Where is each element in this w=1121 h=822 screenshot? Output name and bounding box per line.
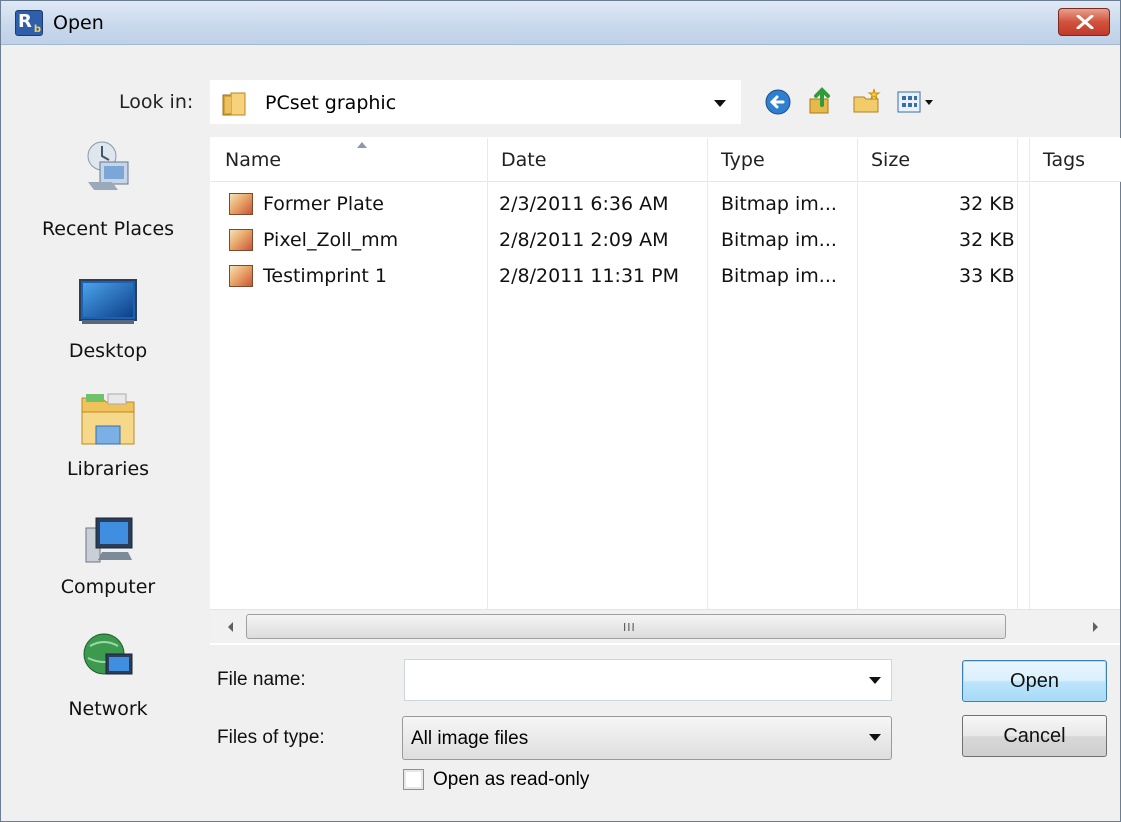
- files-of-type-label: Files of type:: [217, 727, 325, 748]
- column-header-tags[interactable]: Tags: [1017, 138, 1121, 182]
- file-name: Pixel_Zoll_mm: [263, 229, 399, 251]
- file-row[interactable]: Pixel_Zoll_mm 2/8/2011 2:09 AM Bitmap im…: [211, 224, 1121, 258]
- file-date: 2/8/2011 11:31 PM: [499, 265, 680, 287]
- view-menu-button[interactable]: [894, 85, 942, 119]
- column-header-row: Name Date Type Size Tags: [211, 138, 1121, 182]
- place-label: Network: [68, 698, 148, 720]
- file-name: Former Plate: [263, 193, 384, 215]
- scroll-right-icon[interactable]: [1093, 622, 1098, 632]
- up-folder-button[interactable]: [804, 85, 838, 119]
- places-bar: Recent Places Desktop Libraries Computer…: [23, 138, 193, 758]
- view-menu-icon: [897, 91, 933, 113]
- close-button[interactable]: [1058, 8, 1110, 36]
- back-button[interactable]: [761, 85, 795, 119]
- column-header-date[interactable]: Date: [487, 138, 707, 182]
- window-title: Open: [53, 12, 104, 34]
- file-type: Bitmap im...: [721, 229, 837, 251]
- files-of-type-value: All image files: [411, 728, 529, 749]
- look-in-combo[interactable]: PCset graphic: [210, 80, 741, 124]
- place-label: Recent Places: [41, 218, 175, 240]
- place-network[interactable]: Network: [23, 628, 193, 738]
- title-bar[interactable]: Rb Open: [1, 1, 1120, 45]
- file-name-input[interactable]: [409, 664, 849, 696]
- place-recent-places[interactable]: Recent Places: [23, 138, 193, 248]
- new-folder-icon: [853, 88, 881, 113]
- horizontal-scrollbar[interactable]: III: [210, 609, 1120, 643]
- close-icon: [1076, 15, 1094, 29]
- up-folder-icon: [809, 87, 830, 114]
- place-computer[interactable]: Computer: [23, 514, 193, 624]
- new-folder-button[interactable]: [850, 85, 884, 119]
- file-row[interactable]: Testimprint 1 2/8/2011 11:31 PM Bitmap i…: [211, 260, 1121, 294]
- files-of-type-select[interactable]: All image files: [402, 716, 892, 760]
- back-icon: [765, 89, 791, 115]
- file-type: Bitmap im...: [721, 193, 837, 215]
- open-button[interactable]: Open: [962, 660, 1107, 702]
- computer-icon: [85, 517, 133, 563]
- chevron-down-icon[interactable]: [869, 734, 881, 741]
- look-in-value: PCset graphic: [265, 92, 397, 114]
- read-only-checkbox[interactable]: [403, 769, 424, 790]
- scroll-grip: III: [623, 621, 636, 634]
- bitmap-file-icon: [229, 265, 253, 287]
- network-icon: [83, 633, 133, 675]
- app-icon: Rb: [15, 10, 43, 36]
- look-in-label: Look in:: [119, 91, 194, 113]
- file-type: Bitmap im...: [721, 265, 837, 287]
- file-name: Testimprint 1: [263, 265, 387, 287]
- chevron-down-icon[interactable]: [714, 100, 726, 107]
- cancel-button[interactable]: Cancel: [962, 715, 1107, 757]
- desktop-icon: [79, 279, 137, 324]
- file-size: 32 KB: [959, 193, 1015, 215]
- place-desktop[interactable]: Desktop: [23, 276, 193, 386]
- chevron-down-icon[interactable]: [869, 677, 881, 684]
- file-list[interactable]: Name Date Type Size Tags Former Plate 2/…: [210, 137, 1121, 645]
- place-libraries[interactable]: Libraries: [23, 388, 193, 498]
- file-row[interactable]: Former Plate 2/3/2011 6:36 AM Bitmap im.…: [211, 188, 1121, 222]
- file-size: 32 KB: [959, 229, 1015, 251]
- place-label: Libraries: [66, 458, 150, 480]
- scroll-thumb[interactable]: III: [246, 614, 1006, 639]
- file-date: 2/3/2011 6:36 AM: [499, 193, 669, 215]
- file-date: 2/8/2011 2:09 AM: [499, 229, 669, 251]
- folder-icon: [222, 92, 246, 116]
- column-header-label: Name: [225, 149, 282, 171]
- file-name-combo[interactable]: [404, 659, 892, 701]
- column-header-name[interactable]: Name: [211, 138, 487, 182]
- read-only-label[interactable]: Open as read-only: [433, 769, 589, 791]
- place-label: Computer: [60, 576, 156, 598]
- scroll-left-icon[interactable]: [228, 622, 233, 632]
- file-name-label: File name:: [217, 669, 306, 690]
- sort-ascending-icon: [357, 142, 367, 148]
- recent-places-icon: [87, 141, 129, 190]
- bitmap-file-icon: [229, 193, 253, 215]
- place-label: Desktop: [68, 340, 148, 362]
- column-header-type[interactable]: Type: [707, 138, 857, 182]
- libraries-icon: [81, 393, 135, 445]
- open-dialog: Rb Open Look in: PCset graphic Recent Pl…: [0, 0, 1121, 822]
- bitmap-file-icon: [229, 229, 253, 251]
- column-header-size[interactable]: Size: [857, 138, 1017, 182]
- file-size: 33 KB: [959, 265, 1015, 287]
